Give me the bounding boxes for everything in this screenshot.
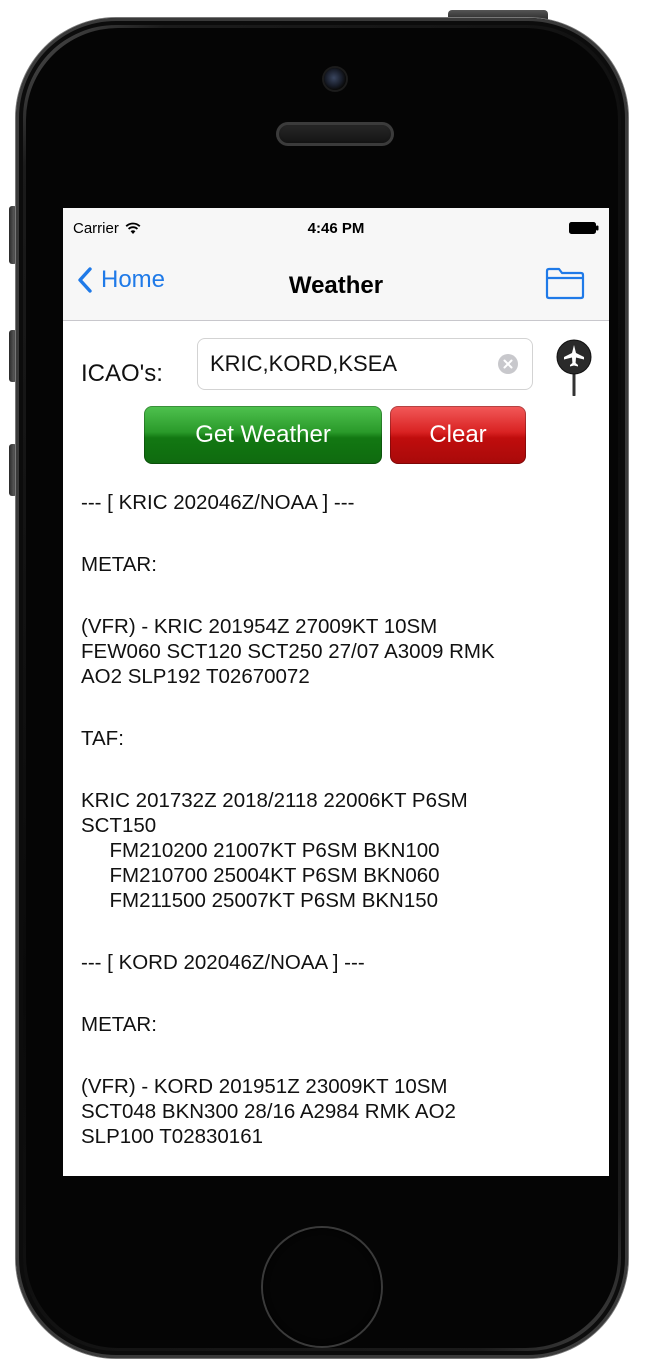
clear-circle-icon[interactable]	[498, 354, 518, 374]
status-bar: Carrier 4:46 PM	[63, 208, 609, 248]
icao-label: ICAO's:	[81, 360, 163, 387]
taf-label: TAF:	[81, 727, 124, 750]
metar-line: AO2 SLP192 T02670072	[81, 665, 310, 688]
home-button[interactable]	[263, 1228, 381, 1346]
taf-line: FM210700 25004KT P6SM BKN060	[81, 864, 440, 887]
taf-line: FM211500 25007KT P6SM BKN150	[81, 889, 439, 912]
clear-button[interactable]: Clear	[390, 406, 526, 464]
device-mockup: Carrier 4:46 PM Home Weather ICAO's: KRI…	[0, 0, 645, 1367]
metar-line: FEW060 SCT120 SCT250 27/07 A3009 RMK	[81, 640, 495, 663]
status-time: 4:46 PM	[307, 220, 365, 237]
front-camera	[324, 68, 346, 90]
battery-icon	[569, 222, 599, 234]
page-title: Weather	[288, 272, 384, 299]
icao-input[interactable]	[210, 339, 490, 389]
app-screen: Carrier 4:46 PM Home Weather ICAO's: KRI…	[63, 208, 609, 1176]
metar-line: (VFR) - KRIC 201954Z 27009KT 10SM	[81, 615, 438, 638]
taf-line: SCT150	[81, 814, 157, 837]
taf-line: KRIC 201732Z 2018/2118 22006KT P6SM	[81, 789, 468, 812]
metar-line: SLP100 T02830161	[81, 1125, 264, 1148]
folder-icon[interactable]	[545, 266, 585, 300]
action-row: Get Weather Clear	[63, 406, 609, 470]
metar-line: SCT048 BKN300 28/16 A2984 RMK AO2	[81, 1100, 456, 1123]
get-weather-button[interactable]: Get Weather	[144, 406, 382, 464]
station-header-kord: --- [ KORD 202046Z/NOAA ] ---	[81, 951, 365, 974]
weather-report: --- [ KRIC 202046Z/NOAA ] --- METAR: (VF…	[81, 490, 601, 1149]
metar-label: METAR:	[81, 553, 157, 576]
navigation-bar: Home Weather	[63, 248, 609, 321]
station-header-kric: --- [ KRIC 202046Z/NOAA ] ---	[81, 491, 355, 514]
icao-row: ICAO's:	[63, 320, 609, 406]
airplane-pin-icon[interactable]	[555, 338, 593, 396]
metar-label: METAR:	[81, 1013, 157, 1036]
icao-field-container	[197, 338, 533, 390]
earpiece-speaker	[276, 122, 394, 146]
taf-line: FM210200 21007KT P6SM BKN100	[81, 839, 440, 862]
metar-line: (VFR) - KORD 201951Z 23009KT 10SM	[81, 1075, 448, 1098]
